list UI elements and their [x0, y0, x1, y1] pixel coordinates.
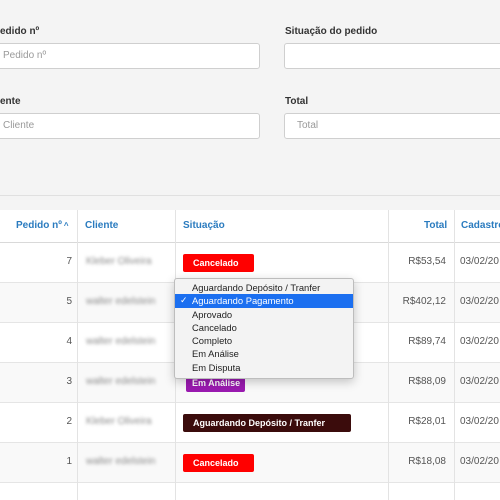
cadastro-cell: 03/02/20: [460, 376, 499, 387]
header-situacao[interactable]: Situação: [183, 210, 225, 242]
dropdown-option[interactable]: Aprovado: [175, 308, 353, 321]
total-filter-input[interactable]: Total: [284, 113, 500, 139]
total-filter-label: Total: [285, 96, 309, 107]
cadastro-cell: 03/02/20: [460, 336, 499, 347]
cliente-filter-input[interactable]: Cliente: [0, 113, 260, 139]
cliente-cell: walter edelstein: [86, 296, 156, 307]
option-label: Em Disputa: [192, 361, 241, 373]
table-row[interactable]: 1 walter edelstein Cancelado R$18,08 03/…: [0, 443, 500, 483]
header-cliente[interactable]: Cliente: [85, 210, 118, 242]
cliente-cell: walter edelstein: [86, 456, 156, 467]
checkmark-icon: ✓: [180, 295, 188, 306]
header-pedido-label: Pedido nº: [16, 220, 62, 231]
pedido-cell: 5: [66, 296, 72, 307]
pedido-filter-placeholder: Pedido nº: [3, 50, 47, 61]
total-cell: R$402,12: [402, 296, 446, 307]
pedido-filter-input[interactable]: Pedido nº: [0, 43, 260, 69]
option-label: Aguardando Depósito / Tranfer: [192, 282, 321, 293]
option-label: Aprovado: [192, 308, 233, 320]
status-badge[interactable]: Cancelado: [183, 454, 254, 472]
header-cadastro[interactable]: Cadastro: [461, 210, 500, 242]
pedido-cell: 4: [66, 336, 72, 347]
option-label: Em Análise: [192, 348, 239, 360]
pedido-cell: 2: [66, 416, 72, 427]
total-cell: R$53,54: [408, 256, 446, 267]
dropdown-option[interactable]: Em Disputa: [175, 361, 353, 374]
pedido-cell: 7: [66, 256, 72, 267]
filter-panel: edido nº Pedido nº Situação do pedido en…: [0, 0, 500, 196]
column-divider: [388, 210, 389, 500]
cliente-cell: Kleber Oliveira: [86, 416, 152, 427]
cadastro-cell: 03/02/20: [460, 416, 499, 427]
column-divider: [454, 210, 455, 500]
cliente-cell: walter edelstein: [86, 376, 156, 387]
situacao-filter-select[interactable]: [284, 43, 500, 69]
total-filter-placeholder: Total: [297, 120, 319, 131]
status-badge[interactable]: Cancelado: [183, 254, 254, 272]
option-label: Aguardando Pagamento: [192, 295, 294, 307]
cliente-filter-placeholder: Cliente: [3, 120, 35, 131]
status-dropdown-menu[interactable]: Aguardando Depósito / Tranfer ✓ Aguardand…: [174, 278, 354, 379]
total-cell: R$18,08: [408, 456, 446, 467]
situacao-filter-label: Situação do pedido: [285, 26, 378, 37]
table-row[interactable]: 2 Kleber Oliveira Aguardando Depósito / …: [0, 403, 500, 443]
pedido-filter-label: edido nº: [0, 26, 40, 37]
cadastro-cell: 03/02/20: [460, 456, 499, 467]
cadastro-cell: 03/02/20: [460, 296, 499, 307]
panel-divider: [0, 195, 500, 196]
total-cell: R$89,74: [408, 336, 446, 347]
dropdown-option-selected[interactable]: ✓ Aguardando Pagamento: [175, 294, 353, 308]
cadastro-cell: 03/02/20: [460, 256, 499, 267]
pedido-cell: 1: [66, 456, 72, 467]
cliente-filter-label: ente: [0, 96, 21, 107]
table-row[interactable]: 7 Kleber Oliveira Cancelado R$53,54 03/0…: [0, 243, 500, 283]
option-label: Completo: [192, 335, 233, 347]
cliente-cell: walter edelstein: [86, 336, 156, 347]
cliente-cell: Kleber Oliveira: [86, 256, 152, 267]
dropdown-option[interactable]: Em Análise: [175, 347, 353, 360]
dropdown-option[interactable]: Completo: [175, 334, 353, 347]
header-pedido[interactable]: Pedido nº ^: [16, 210, 69, 242]
pedido-cell: 3: [66, 376, 72, 387]
header-total[interactable]: Total: [424, 210, 447, 242]
sort-ascending-icon[interactable]: ^: [64, 221, 69, 230]
dropdown-option[interactable]: Cancelado: [175, 321, 353, 334]
column-divider: [77, 210, 78, 500]
total-cell: R$88,09: [408, 376, 446, 387]
dropdown-option[interactable]: Aguardando Depósito / Tranfer: [175, 281, 353, 294]
status-badge[interactable]: Aguardando Depósito / Tranfer: [183, 414, 351, 432]
total-cell: R$28,01: [408, 416, 446, 427]
option-label: Cancelado: [192, 321, 237, 333]
